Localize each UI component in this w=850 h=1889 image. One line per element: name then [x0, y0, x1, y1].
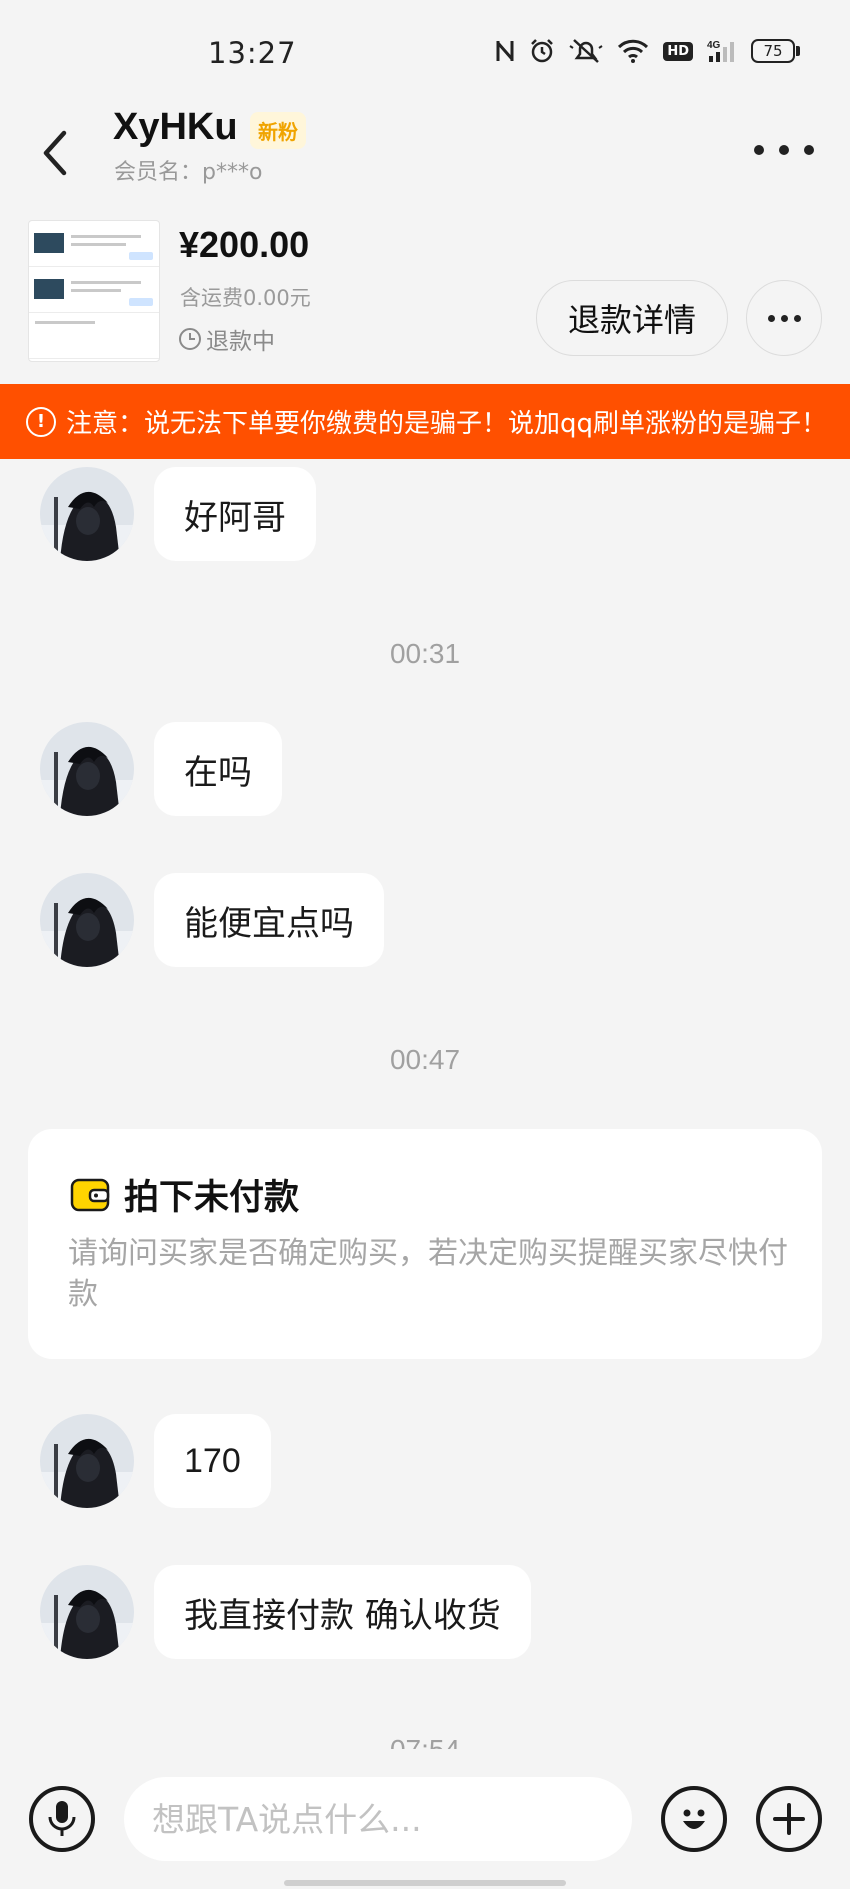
dot-icon [754, 145, 764, 155]
battery-level: 75 [751, 39, 795, 63]
exclamation-icon: ! [26, 406, 56, 437]
system-notice-description: 请询问买家是否确定购买，若决定购买提醒买家尽快付款 [68, 1236, 788, 1312]
wifi-icon [617, 39, 649, 63]
chat-header: XyHKu 新粉 会员名：p***o [0, 100, 850, 210]
refund-details-button[interactable]: 退款详情 [536, 280, 728, 356]
voice-button[interactable] [29, 1786, 95, 1852]
message-bubble[interactable]: 我直接付款 确认收货 [154, 1565, 531, 1659]
clock-icon [179, 328, 201, 350]
message-input[interactable] [124, 1777, 632, 1861]
timestamp: 00:31 [389, 638, 461, 669]
system-notice-title-text: 拍下未付款 [124, 1178, 300, 1218]
message-bubble[interactable]: 在吗 [154, 722, 282, 816]
avatar[interactable] [40, 467, 134, 561]
more-options-button[interactable] [754, 130, 814, 170]
dot-icon [780, 314, 788, 322]
avatar[interactable] [40, 1565, 134, 1659]
dot-icon [767, 314, 775, 322]
avatar[interactable] [40, 1414, 134, 1508]
status-time: 13:27 [208, 36, 297, 70]
message-input-bar [0, 1749, 850, 1889]
add-attachment-button[interactable] [756, 1786, 822, 1852]
contact-name[interactable]: XyHKu [113, 106, 238, 149]
dot-icon [804, 145, 814, 155]
chat-messages[interactable]: 好阿哥 00:31 在吗 能便宜点吗 00:47 拍下未付款 请询问买家是否确定… [0, 459, 850, 1749]
plus-icon [773, 1803, 805, 1835]
shipping-fee: 含运费0.00元 [180, 286, 311, 310]
chevron-left-icon [43, 130, 67, 176]
signal-icon: 4G [707, 38, 737, 64]
order-status: 退款中 [178, 322, 275, 356]
order-more-button[interactable] [746, 280, 822, 356]
wallet-icon [70, 1178, 110, 1211]
product-thumbnail[interactable] [28, 220, 160, 362]
message-bubble[interactable]: 好阿哥 [154, 467, 316, 561]
hd-badge: HD [663, 41, 693, 61]
back-button[interactable] [30, 118, 80, 188]
system-notice-title: 拍下未付款 [70, 1169, 299, 1220]
message-bubble[interactable]: 能便宜点吗 [154, 873, 384, 967]
timestamp: 00:47 [389, 1044, 461, 1075]
timestamp: 07:54 [0, 1734, 850, 1749]
status-bar: 13:27 HD 4G 75 [0, 0, 850, 110]
svg-text:4G: 4G [707, 40, 721, 51]
home-indicator [284, 1880, 566, 1886]
order-card[interactable]: ¥200.00 含运费0.00元 退款中 退款详情 [0, 210, 850, 380]
nfc-icon [495, 39, 515, 63]
microphone-icon [48, 1801, 76, 1836]
battery-icon: 75 [751, 39, 800, 63]
member-name: 会员名：p***o [114, 160, 263, 185]
system-notice-card: 拍下未付款 请询问买家是否确定购买，若决定购买提醒买家尽快付款 [28, 1129, 822, 1359]
dot-icon [793, 314, 801, 322]
smiley-icon [683, 1809, 705, 1829]
alarm-icon [529, 38, 555, 64]
avatar[interactable] [40, 722, 134, 816]
fraud-warning-banner: ! 注意：说无法下单要你缴费的是骗子！说加qq刷单涨粉的是骗子！ [0, 384, 850, 459]
dot-icon [779, 145, 789, 155]
mute-icon [569, 38, 603, 64]
message-bubble[interactable]: 170 [154, 1414, 271, 1508]
new-fan-badge: 新粉 [250, 112, 306, 149]
warning-text: 注意：说无法下单要你缴费的是骗子！说加qq刷单涨粉的是骗子！ [66, 409, 828, 439]
emoji-button[interactable] [661, 1786, 727, 1852]
avatar[interactable] [40, 873, 134, 967]
status-icons: HD 4G 75 [495, 38, 800, 64]
order-status-text: 退款中 [206, 329, 275, 355]
order-price: ¥200.00 [179, 224, 310, 265]
